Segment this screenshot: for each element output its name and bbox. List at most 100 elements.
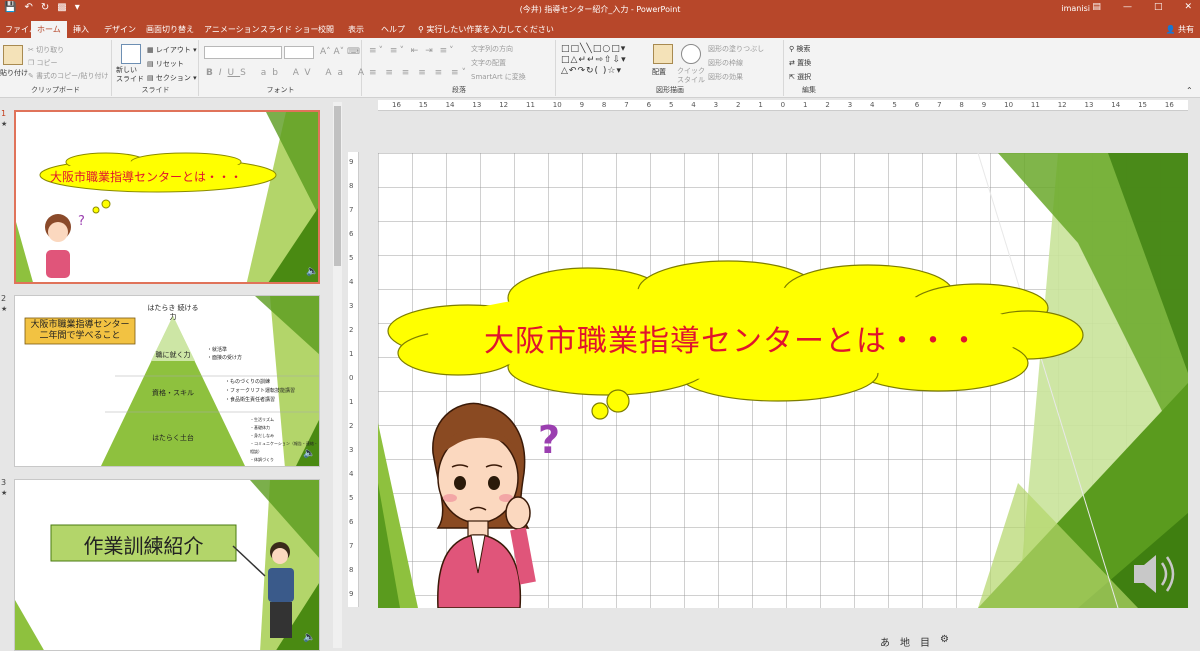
grow-font-icon[interactable]: A˄ A˅ ⌨ xyxy=(320,47,360,57)
reset-button[interactable]: ▤ リセット xyxy=(147,59,184,69)
shape-outline-button[interactable]: 図形の枠線 xyxy=(708,58,743,68)
ruler-tick-label: 6 xyxy=(349,518,354,526)
section-button[interactable]: ▤ セクション ▾ xyxy=(147,73,197,83)
vertical-ruler[interactable]: 9 8 7 6 5 4 3 2 1 0 1 2 3 4 5 6 7 8 9 xyxy=(348,152,359,607)
tab-animations[interactable]: アニメーション xyxy=(204,21,260,38)
font-format-buttons[interactable]: BIUS ab AV Aa A xyxy=(206,68,370,78)
ruler-tick-label: 3 xyxy=(349,302,354,310)
tab-home[interactable]: ホーム xyxy=(31,21,67,38)
thumbnail-scrollbar[interactable] xyxy=(333,102,342,648)
select-label: 選択 xyxy=(797,73,812,81)
bullet: ・身だしなみ xyxy=(250,433,274,438)
slides-group: 新しい スライド ▦ レイアウト ▾ ▤ リセット ▤ セクション ▾ スライド xyxy=(113,40,199,96)
copy-button[interactable]: ❐ コピー xyxy=(28,58,58,68)
list-buttons[interactable]: ≡˅ ≡˅ ⇤ ⇥ ≡˅ xyxy=(369,46,456,56)
tab-insert[interactable]: 挿入 xyxy=(73,21,89,38)
new-slide-button[interactable]: 新しい スライド xyxy=(116,66,146,84)
tab-view[interactable]: 表示 xyxy=(348,21,364,38)
worried-woman-illustration xyxy=(432,402,536,608)
user-name[interactable]: imanisi xyxy=(1061,4,1090,13)
tab-slideshow[interactable]: スライド ショー xyxy=(260,21,319,38)
thumb-animation-star: ★ xyxy=(1,120,8,128)
ruler-tick-label: 3 xyxy=(349,446,354,454)
bullet: ・体調づくり xyxy=(250,457,274,462)
shape-fill-button[interactable]: 図形の塗りつぶし xyxy=(708,44,764,54)
ruler-tick-label: 1 xyxy=(758,101,763,109)
ribbon-tab-bar: ファイル ホーム 挿入 デザイン 画面切り替え アニメーション スライド ショー… xyxy=(0,18,1200,38)
layout-button[interactable]: ▦ レイアウト ▾ xyxy=(147,45,197,55)
new-slide-icon[interactable] xyxy=(121,44,141,64)
find-label: 検索 xyxy=(796,45,811,53)
thumb-number-1: 1 xyxy=(1,109,7,118)
cut-button[interactable]: ✂ 切り取り xyxy=(28,45,64,55)
paste-icon[interactable] xyxy=(3,45,23,65)
tab-help[interactable]: ヘルプ xyxy=(381,21,405,38)
replace-button[interactable]: ⇄ 置換 xyxy=(789,58,811,68)
smartart-button[interactable]: SmartArt に変換 xyxy=(471,72,526,82)
svg-text:?: ? xyxy=(78,214,85,229)
shapes-gallery[interactable]: □□╲╲□○□▾ □△↵↵⇨⇧⇩▾ △↶↷↻( )☆▾ xyxy=(561,44,627,77)
status-bar-icons: あ 地 目 ⚙ xyxy=(880,634,949,649)
bullet: ・面接の受け方 xyxy=(207,355,243,361)
editing-group: ⚲ 検索 ⇄ 置換 ⇱ 選択 編集 xyxy=(785,40,833,96)
find-button[interactable]: ⚲ 検索 xyxy=(789,44,810,54)
quick-styles-icon[interactable] xyxy=(681,44,701,64)
ruler-tick-label: 1 xyxy=(349,398,354,406)
clipboard-group-label: クリップボード xyxy=(31,86,80,94)
ruler-tick-label: 9 xyxy=(349,158,354,166)
thumbnail-slide-1[interactable]: ? 🔈 大阪市職業指導センターとは・・・ xyxy=(14,110,320,284)
ruler-tick-label: 12 xyxy=(499,101,509,109)
ime-pad-icon[interactable]: 目 xyxy=(920,634,930,649)
select-button[interactable]: ⇱ 選択 xyxy=(789,72,811,82)
collapse-ribbon-icon[interactable]: ⌃ xyxy=(1186,86,1193,95)
font-size-box[interactable] xyxy=(284,46,314,59)
ruler-tick-label: 2 xyxy=(349,422,354,430)
align-buttons[interactable]: ≡ ≡ ≡ ≡ ≡ ≡˅ xyxy=(369,68,469,78)
horizontal-ruler-labels: 16 15 14 13 12 11 10 9 8 7 6 5 4 3 2 1 0 1 2 3 4 5 6 7 8 9 10 11 12 1… xyxy=(392,101,1174,109)
share-button[interactable]: 👤 共有 xyxy=(1165,24,1194,35)
arrange-icon[interactable] xyxy=(653,44,673,64)
ime-mode-icon[interactable]: 地 xyxy=(900,634,910,649)
thumbnail-slide-3[interactable]: 🔈 作業訓練紹介 xyxy=(14,479,320,651)
ribbon-display-icon[interactable]: ▤ xyxy=(1092,2,1101,12)
ruler-tick-label: 7 xyxy=(349,542,354,550)
font-group: A˄ A˅ ⌨ BIUS ab AV Aa A フォント xyxy=(200,40,364,96)
tell-me-search[interactable]: ⚲ 実行したい作業を入力してください xyxy=(418,24,554,35)
close-icon[interactable]: ✕ xyxy=(1184,2,1192,12)
tab-review[interactable]: 校閲 xyxy=(318,21,334,38)
tab-transitions[interactable]: 画面切り替え xyxy=(146,21,194,38)
scrollbar-thumb[interactable] xyxy=(334,106,341,266)
bullet: ・ものづくりの訓練 xyxy=(225,379,271,385)
ime-settings-icon[interactable]: ⚙ xyxy=(940,634,949,649)
arrange-button[interactable]: 配置 xyxy=(652,67,666,77)
bullet: ・就活準 xyxy=(207,347,228,353)
thumb3-art: 🔈 xyxy=(15,480,319,650)
minimize-icon[interactable]: — xyxy=(1123,2,1132,12)
thumb2-level-4: はたらく土台 xyxy=(152,434,194,442)
quick-styles-button[interactable]: クイック スタイル xyxy=(677,67,705,85)
ruler-tick-label: 16 xyxy=(392,101,401,109)
ruler-tick-label: 8 xyxy=(349,566,354,574)
ruler-tick-label: 10 xyxy=(552,101,562,109)
horizontal-ruler[interactable]: 16 15 14 13 12 11 10 9 8 7 6 5 4 3 2 1 0 1 2 3 4 5 6 7 8 9 10 11 12 1… xyxy=(378,100,1188,111)
paste-button[interactable]: 貼り付け xyxy=(0,68,28,78)
text-direction-button[interactable]: 文字列の方向 xyxy=(471,44,513,54)
ruler-tick-label: 3 xyxy=(713,101,719,109)
ruler-tick-label: 12 xyxy=(1057,101,1067,109)
main-slide-canvas[interactable]: ? 大阪市職業指導センターとは・・・ xyxy=(378,153,1188,608)
maximize-icon[interactable]: □ xyxy=(1154,2,1163,12)
slide-title[interactable]: 大阪市職業指導センターとは・・・ xyxy=(378,316,1086,360)
ime-hiragana-icon[interactable]: あ xyxy=(880,634,890,649)
ruler-tick-label: 4 xyxy=(870,101,875,109)
font-name-box[interactable] xyxy=(204,46,282,59)
align-text-button[interactable]: 文字の配置 xyxy=(471,58,506,68)
ruler-tick-label: 7 xyxy=(624,101,629,109)
format-painter-button[interactable]: ✎ 書式のコピー/貼り付け xyxy=(28,71,108,81)
shape-effects-button[interactable]: 図形の効果 xyxy=(708,72,743,82)
ruler-tick-label: 5 xyxy=(349,494,354,502)
slides-group-label: スライド xyxy=(141,86,170,94)
thumbnail-slide-2[interactable]: 🔈 大阪市職業指導センター 二年間で学べること はたらき 続ける力 職に就く力 … xyxy=(14,295,320,467)
ruler-tick-label: 9 xyxy=(981,101,987,109)
tab-design[interactable]: デザイン xyxy=(104,21,136,38)
thumb-animation-star: ★ xyxy=(1,489,8,497)
